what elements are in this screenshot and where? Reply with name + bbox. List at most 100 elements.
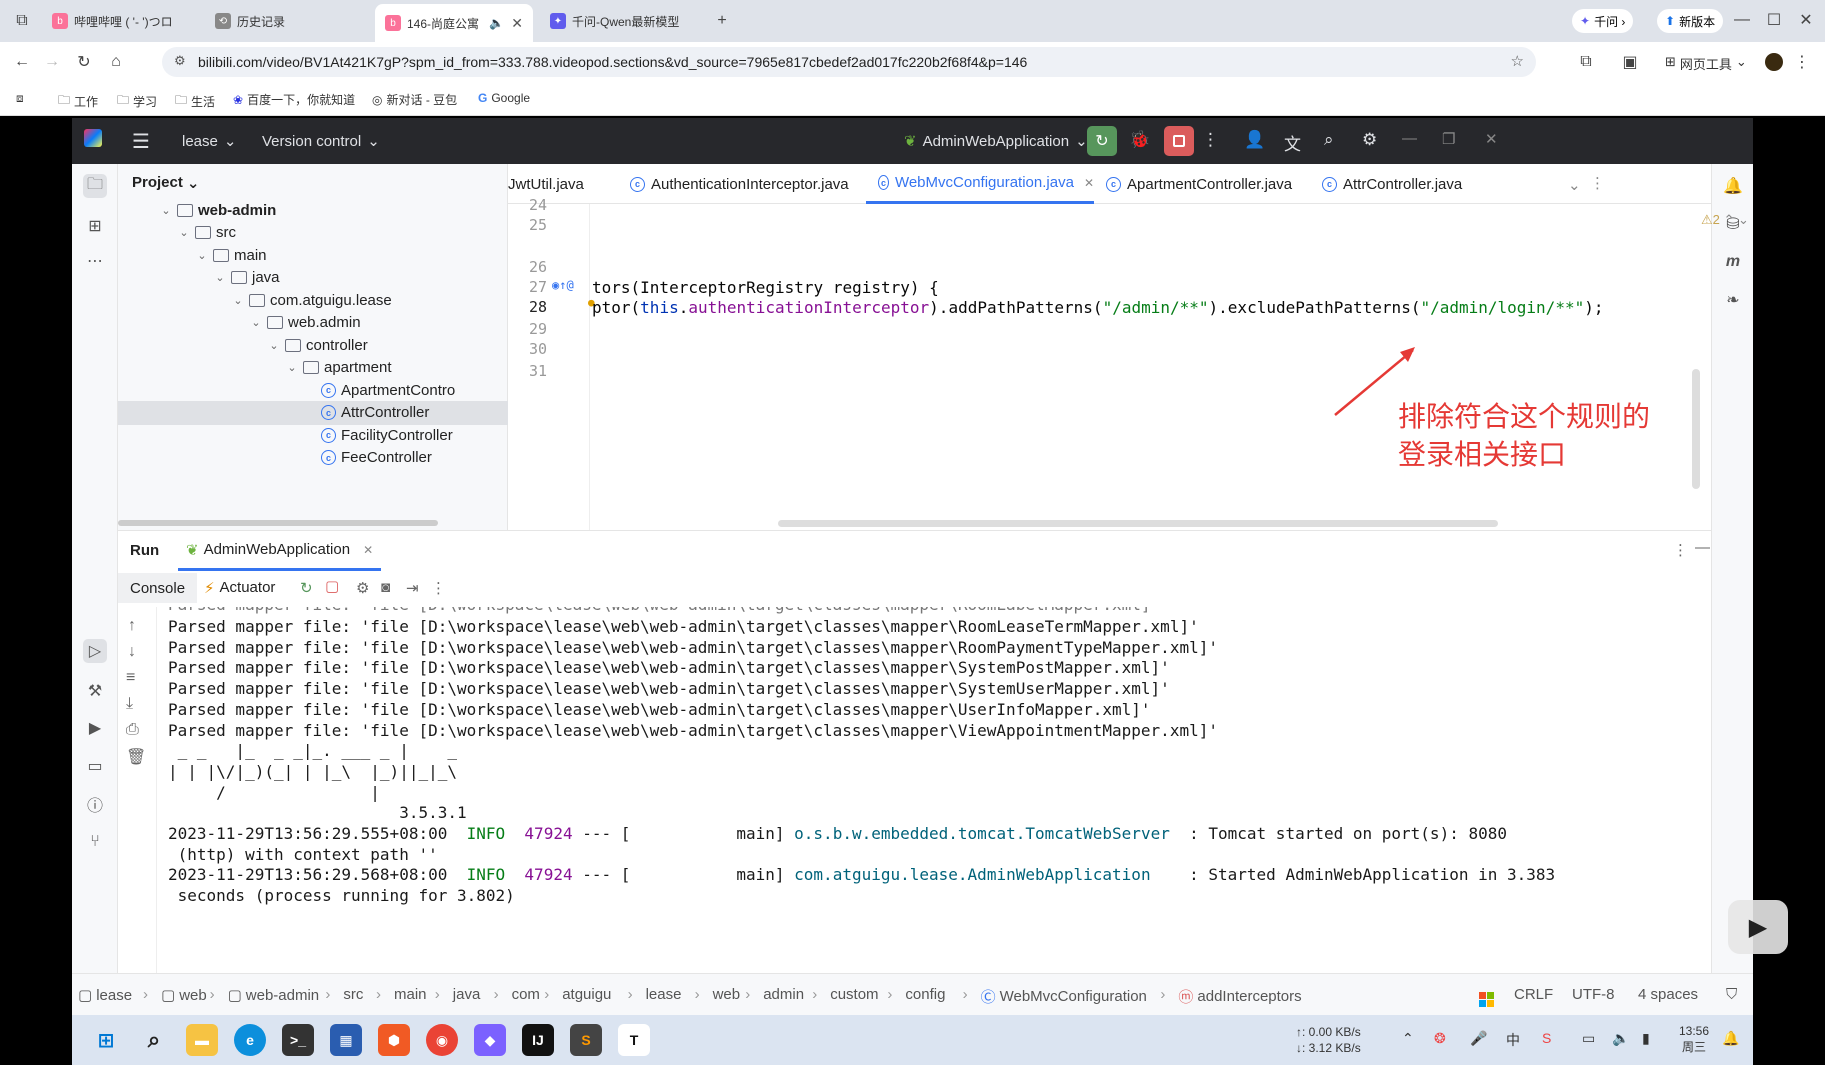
scroll-end-icon[interactable]: ⤓: [126, 695, 133, 713]
scroll-down-icon[interactable]: ↓: [128, 643, 136, 661]
editor-hscrollbar[interactable]: [508, 520, 1688, 528]
tab-search-icon[interactable]: ⧉: [10, 9, 34, 33]
inspection-widget[interactable]: ⚠2 ⌃ ⌄: [1701, 212, 1749, 228]
more-tools-icon[interactable]: ⋯: [83, 249, 107, 273]
file-encoding[interactable]: UTF-8: [1572, 986, 1615, 1003]
close-tab-icon[interactable]: ✕: [511, 15, 523, 32]
avatar[interactable]: [1765, 53, 1783, 71]
tree-item[interactable]: c AttrController: [118, 400, 508, 425]
rerun-icon[interactable]: ↻: [1087, 126, 1117, 156]
close-tab-icon[interactable]: ✕: [363, 543, 373, 557]
intellij-icon[interactable]: IJ: [522, 1024, 554, 1056]
extensions-icon[interactable]: ⧉: [1574, 50, 1598, 74]
terminal-icon[interactable]: ▭: [83, 754, 107, 778]
browser-tab-history[interactable]: ⟲ 历史记录: [205, 6, 365, 36]
web-tools-button[interactable]: ⊞ 网页工具 ⌄: [1665, 54, 1747, 73]
run-options-icon[interactable]: ⋮: [1673, 541, 1688, 559]
override-marker-icon[interactable]: ◉↑@: [552, 278, 574, 292]
sublime-icon[interactable]: S: [570, 1024, 602, 1056]
tree-item[interactable]: ⌄ src: [118, 221, 508, 245]
tabs-dropdown-icon[interactable]: ⌄: [1568, 176, 1581, 194]
volume-icon[interactable]: 🔈: [1612, 1030, 1629, 1047]
screenshot-icon[interactable]: ▣: [1618, 50, 1642, 74]
tree-item[interactable]: c ApartmentContro: [118, 378, 508, 402]
breadcrumb-item[interactable]: admin: [763, 986, 804, 1003]
display-icon[interactable]: ▭: [1582, 1030, 1595, 1047]
git-icon[interactable]: ⑂: [83, 830, 107, 854]
editor-tab-webmvcconfig[interactable]: c WebMvcConfiguration.java ✕: [866, 164, 1094, 204]
notification-bell-icon[interactable]: 🔔: [1722, 1030, 1739, 1047]
breadcrumb-item[interactable]: java: [453, 986, 481, 1003]
tree-item[interactable]: ⌄ web-admin: [118, 198, 508, 222]
breadcrumb-item[interactable]: ▢ web-admin: [228, 986, 320, 1005]
line-separator[interactable]: CRLF: [1514, 986, 1553, 1003]
breadcrumb-item[interactable]: ▢ lease: [78, 986, 132, 1005]
search-icon[interactable]: ⌕: [1324, 130, 1334, 150]
breadcrumb-item[interactable]: web: [713, 986, 741, 1003]
console-tab[interactable]: Console: [118, 573, 198, 603]
browser-tab-bilibili[interactable]: b 哔哩哔哩 ( '- ')つロ: [42, 6, 202, 36]
bookmark-folder-life[interactable]: 🗀 生活: [175, 91, 215, 112]
editor-tab-authinterceptor[interactable]: c AuthenticationInterceptor.java: [630, 164, 849, 204]
project-switcher[interactable]: lease ⌄: [182, 132, 236, 151]
bookmark-doubao[interactable]: ◎ 新对话 - 豆包: [372, 91, 457, 108]
breadcrumb-item[interactable]: com: [512, 986, 540, 1003]
console-output[interactable]: Parsed mapper file: 'file [D:\workspace\…: [156, 607, 1711, 974]
breadcrumb-item[interactable]: atguigu: [562, 986, 611, 1003]
tree-item[interactable]: ⌄ java: [118, 266, 508, 290]
editor-vscrollbar[interactable]: [1692, 204, 1702, 530]
battery-icon[interactable]: ▮: [1642, 1030, 1650, 1047]
search-icon[interactable]: ⌕: [138, 1024, 170, 1056]
store-icon[interactable]: ▦: [330, 1024, 362, 1056]
rerun-icon[interactable]: ↻: [300, 579, 313, 597]
more-icon[interactable]: ⋮: [431, 579, 446, 597]
app-icon[interactable]: ◆: [474, 1024, 506, 1056]
bookmark-google[interactable]: G Google: [478, 91, 530, 105]
bookmark-star-icon[interactable]: ☆: [1511, 52, 1524, 70]
file-explorer-icon[interactable]: ▬: [186, 1024, 218, 1056]
translate-icon[interactable]: 文: [1284, 130, 1301, 155]
problems-icon[interactable]: ⓘ: [83, 792, 107, 816]
project-view-selector[interactable]: Project ⌄: [132, 174, 199, 192]
play-icon[interactable]: ▶: [1728, 900, 1788, 954]
ide-minimize-icon[interactable]: —: [1402, 130, 1417, 147]
tree-item[interactable]: c FacilityController: [118, 423, 508, 447]
run-tab-adminwebapp[interactable]: ❦ AdminWebApplication ✕: [178, 531, 382, 571]
debug-icon[interactable]: ⚙: [356, 579, 369, 597]
clock[interactable]: 13:56 周三: [1679, 1023, 1709, 1055]
code-area[interactable]: tors(InterceptorRegistry registry) { pto…: [592, 204, 1702, 530]
site-info-icon[interactable]: ⚙: [174, 53, 186, 69]
run-tool-icon[interactable]: ▷: [83, 639, 107, 663]
reload-icon[interactable]: ↻: [72, 50, 96, 74]
scroll-up-icon[interactable]: ↑: [128, 617, 136, 635]
ime-icon[interactable]: 中: [1506, 1030, 1520, 1050]
print-icon[interactable]: ⎙: [126, 721, 139, 739]
start-windows-icon[interactable]: ⊞: [90, 1024, 122, 1056]
stop-icon[interactable]: ▢: [325, 577, 339, 595]
notifications-bell-icon[interactable]: 🔔: [1721, 174, 1745, 198]
browser-tab-qwen[interactable]: ✦ 千问-Qwen最新模型: [540, 6, 710, 36]
main-menu-icon[interactable]: ☰: [132, 129, 150, 154]
maven-icon[interactable]: m: [1721, 250, 1745, 274]
soft-wrap-icon[interactable]: ≡: [126, 669, 135, 687]
apps-icon[interactable]: ⧈: [16, 91, 24, 106]
minimize-icon[interactable]: —: [1730, 8, 1754, 32]
breadcrumb-item[interactable]: Ⓒ WebMvcConfiguration: [981, 986, 1147, 1007]
build-hammer-icon[interactable]: ⚒: [83, 679, 107, 703]
breadcrumb-item[interactable]: lease: [646, 986, 682, 1003]
debug-icon[interactable]: 🐞: [1129, 130, 1150, 150]
bookmark-folder-work[interactable]: 🗀 工作: [58, 91, 98, 112]
maximize-icon[interactable]: ☐: [1762, 8, 1786, 32]
breadcrumb-item[interactable]: config: [905, 986, 945, 1003]
qianwen-button[interactable]: ✦ 千问 ›: [1572, 9, 1634, 33]
bookmark-folder-study[interactable]: 🗀 学习: [117, 91, 157, 112]
breadcrumb-item[interactable]: src: [343, 986, 363, 1003]
actuator-tab[interactable]: ⚡ Actuator: [204, 579, 275, 597]
services-icon[interactable]: ▶: [83, 716, 107, 740]
browser-tab-video[interactable]: b 146-尚庭公寓 🔈 ✕: [375, 4, 533, 42]
new-tab-button[interactable]: +: [710, 9, 734, 33]
typora-icon[interactable]: T: [618, 1024, 650, 1056]
speaker-icon[interactable]: 🔈: [489, 16, 504, 30]
tray-app-icon[interactable]: ❂: [1434, 1030, 1446, 1047]
tree-item[interactable]: ⌄ main: [118, 243, 508, 267]
